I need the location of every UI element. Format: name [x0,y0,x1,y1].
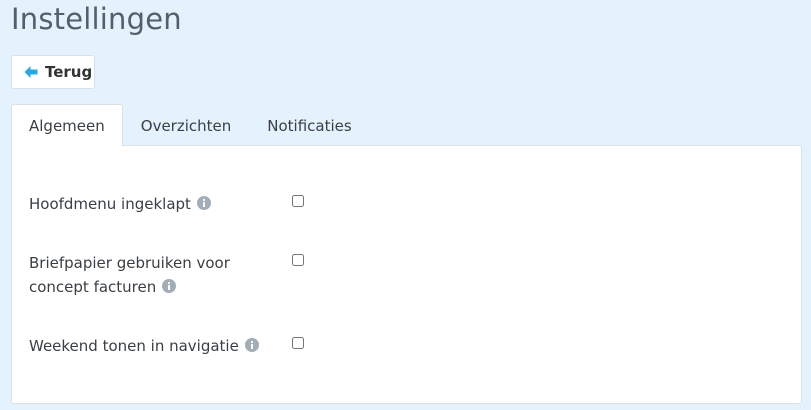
setting-label-text-line1: Briefpapier gebruiken voor [29,254,230,272]
setting-label-text-line2: concept facturen [29,278,157,296]
setting-label-weekend: Weekend tonen in navigatie [29,334,269,358]
info-icon[interactable] [196,193,211,210]
back-button-label: Terug [45,63,93,81]
tab-notificaties[interactable]: Notificaties [249,104,369,146]
tab-bar: Algemeen Overzichten Notificaties [11,104,370,147]
weekend-tonen-checkbox[interactable] [292,337,304,349]
setting-label-hoofdmenu: Hoofdmenu ingeklapt [29,192,259,216]
tab-algemeen[interactable]: Algemeen [11,104,123,147]
tab-overzichten[interactable]: Overzichten [123,104,250,146]
info-icon[interactable] [244,335,259,352]
back-button[interactable]: Terug [11,55,95,89]
setting-label-text: Weekend tonen in navigatie [29,337,239,355]
info-icon[interactable] [162,276,177,293]
setting-label-text: Hoofdmenu ingeklapt [29,195,191,213]
arrow-left-icon [23,64,39,80]
hoofdmenu-ingeklapt-checkbox[interactable] [292,195,304,207]
setting-label-briefpapier: Briefpapier gebruiken voor concept factu… [29,251,259,299]
settings-panel: Hoofdmenu ingeklapt Briefpapier gebruike… [11,145,802,404]
briefpapier-checkbox[interactable] [292,254,304,266]
page-title: Instellingen [11,2,182,36]
